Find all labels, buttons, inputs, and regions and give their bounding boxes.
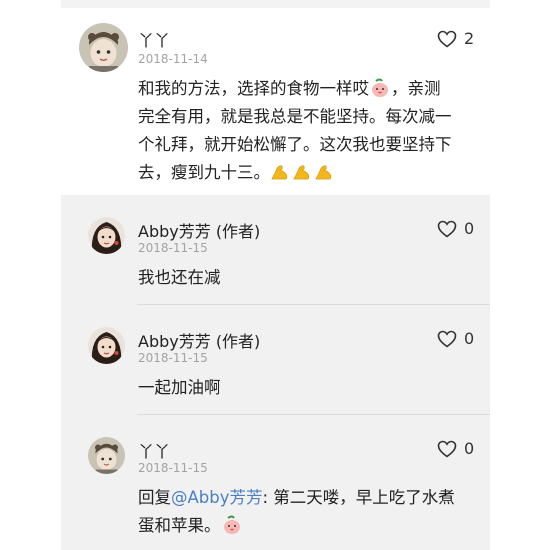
flexed-biceps-emoji (271, 165, 288, 180)
like-button[interactable]: 0 (437, 219, 474, 238)
top-separator (61, 0, 490, 8)
author-name[interactable]: Abby芳芳 (作者) (138, 218, 260, 242)
like-button[interactable]: 0 (437, 329, 474, 348)
comment-thread: 丫丫 2018-11-14 2 和我的方法，选择的食物一样哎 ，亲测 完全有用，就… (61, 0, 490, 550)
like-button[interactable]: 0 (437, 439, 474, 458)
flexed-biceps-emoji (315, 165, 332, 180)
reply-text: 一起加油啊 (138, 378, 221, 397)
author-name[interactable]: Abby芳芳 (作者) (138, 328, 260, 352)
avatar-yaya[interactable] (88, 437, 125, 474)
heart-icon (437, 440, 457, 458)
replies-section: Abby芳芳 (作者) 2018-11-15 0 我也还在减 Abby芳芳 (作… (61, 195, 490, 550)
author-name[interactable]: 丫丫 (138, 438, 170, 462)
comment-date: 2018-11-14 (138, 52, 208, 66)
mention-link[interactable]: @Abby芳芳 (171, 488, 263, 507)
avatar-yaya[interactable] (79, 23, 128, 72)
comment-date: 2018-11-15 (138, 461, 208, 475)
reply-divider (137, 304, 490, 305)
flex-emojis (270, 162, 334, 182)
like-count: 0 (464, 219, 475, 238)
reply-text: 我也还在减 (138, 268, 221, 287)
peach-face-emoji (372, 78, 388, 97)
heart-icon (437, 220, 457, 238)
like-button[interactable]: 2 (437, 29, 474, 48)
avatar-abby[interactable] (88, 327, 125, 364)
like-count: 0 (464, 439, 475, 458)
comment-date: 2018-11-15 (138, 241, 208, 255)
comment-text: 和我的方法，选择的食物一样哎 ，亲测 完全有用，就是我总是不能坚持。每次减一 个礼… (138, 78, 452, 182)
avatar-abby[interactable] (88, 217, 125, 254)
author-name[interactable]: 丫丫 (138, 27, 170, 51)
reply-text: 回复@Abby芳芳: 第二天喽，早上吃了水煮 蛋和苹果。 (138, 488, 455, 535)
like-count: 0 (464, 329, 475, 348)
peach-face-emoji (223, 515, 240, 534)
reply-divider (137, 414, 490, 415)
like-count: 2 (464, 29, 475, 48)
flexed-biceps-emoji (293, 165, 310, 180)
heart-icon (437, 30, 457, 48)
heart-icon (437, 330, 457, 348)
comment-date: 2018-11-15 (138, 351, 208, 365)
